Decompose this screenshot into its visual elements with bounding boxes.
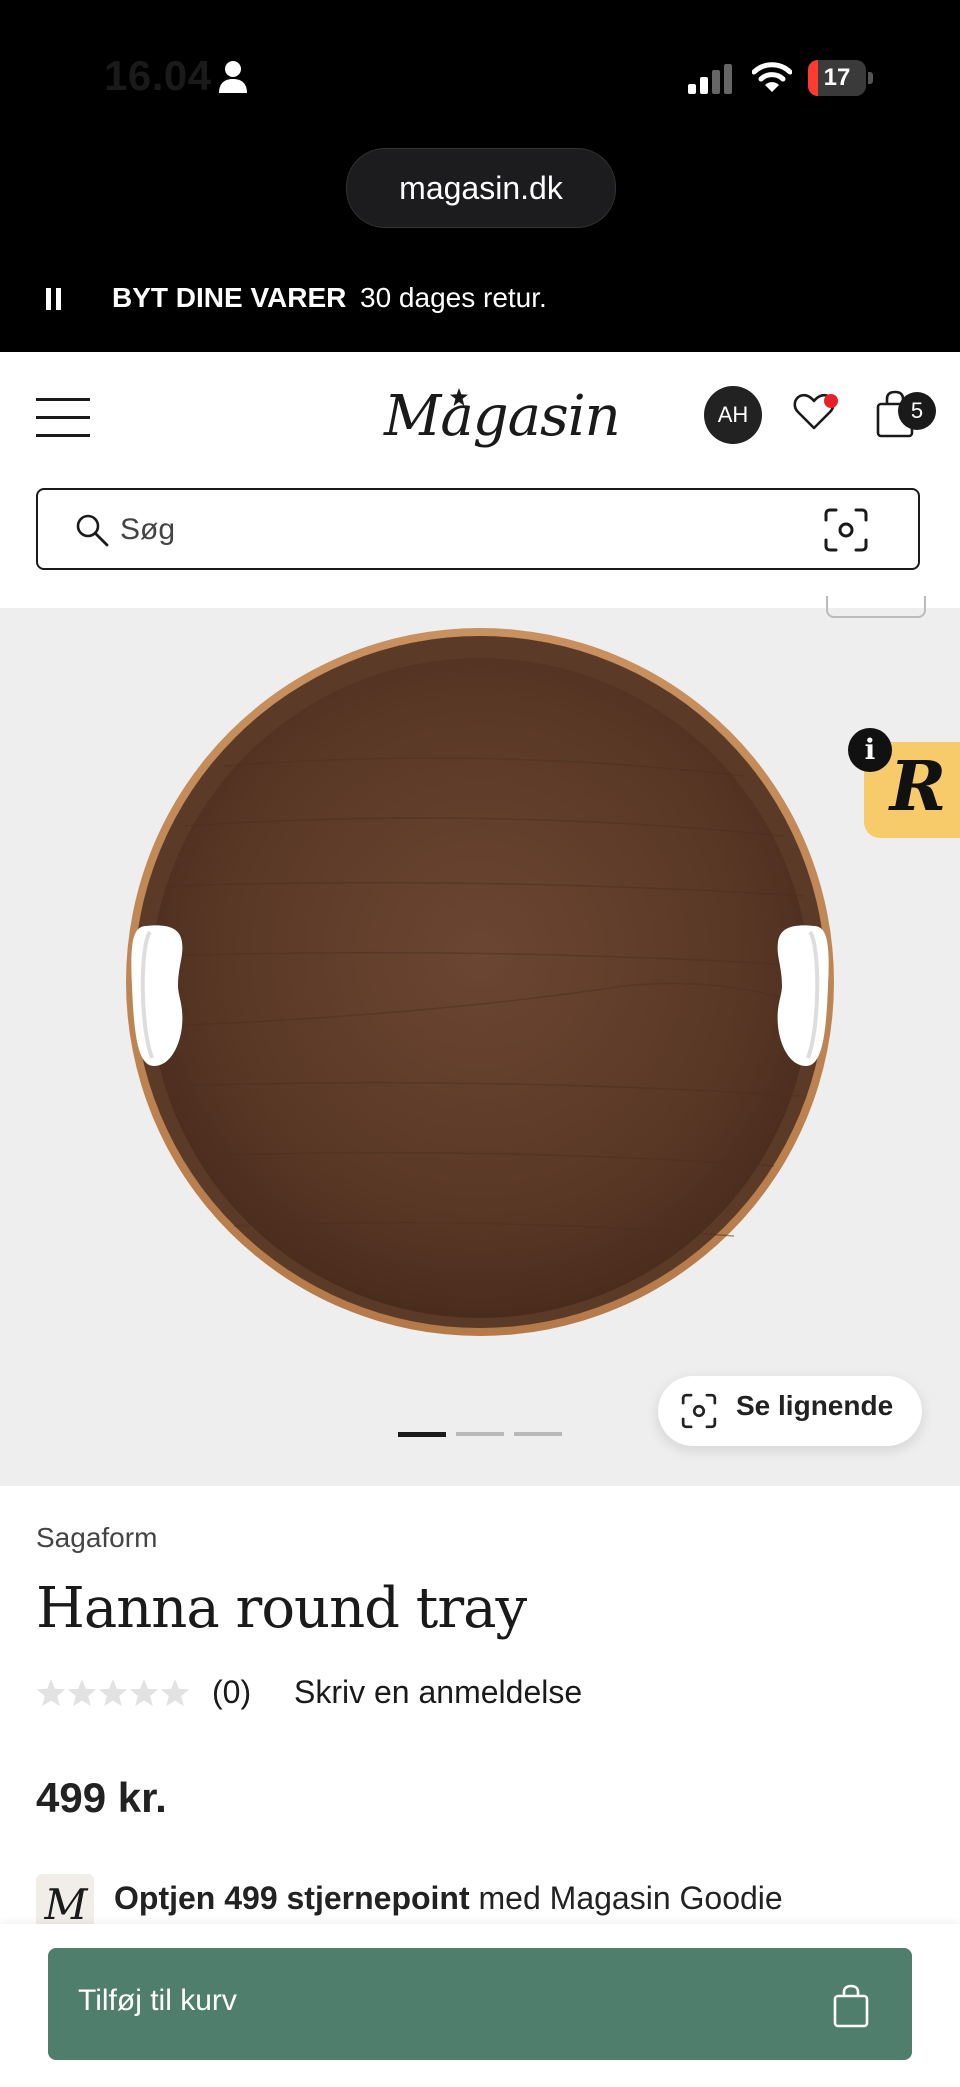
product-image-tray[interactable] (124, 626, 836, 1338)
person-icon (219, 61, 247, 93)
wifi-icon (752, 62, 792, 92)
logo-star-icon (450, 388, 468, 406)
search-icon (76, 514, 109, 547)
info-icon[interactable]: i (848, 728, 892, 772)
star-icon (160, 1679, 190, 1707)
promo-text: 30 dages retur. (360, 282, 547, 313)
product-price: 499 kr. (36, 1774, 167, 1821)
visual-search-icon[interactable] (822, 506, 870, 554)
gallery-overlay-tab (826, 596, 926, 618)
goodie-points-text: Optjen 499 stjernepoint med Magasin Good… (114, 1880, 783, 1917)
gallery-pagination (398, 1432, 564, 1438)
gallery-dot[interactable] (398, 1432, 446, 1437)
product-title: Hanna round tray (36, 1576, 527, 1641)
rating-stars[interactable] (36, 1678, 192, 1710)
rating-count: (0) (212, 1674, 252, 1710)
star-icon (67, 1679, 97, 1707)
visual-search-icon (681, 1393, 717, 1429)
add-to-cart-label: Tilføj til kurv (78, 1984, 237, 2017)
star-icon (129, 1679, 159, 1707)
search-input[interactable] (118, 502, 722, 558)
cart-count-badge: 5 (898, 392, 936, 430)
signal-icon (688, 64, 732, 94)
magasin-logo[interactable]: Magasin (384, 384, 621, 464)
clock: 16.04 (104, 52, 212, 99)
goodie-logo-text: M (44, 1880, 88, 1929)
gallery-dot[interactable] (456, 1432, 504, 1436)
star-icon (36, 1679, 66, 1707)
product-brand[interactable]: Sagaform (36, 1522, 157, 1554)
see-similar-label: Se lignende (736, 1390, 894, 1421)
star-icon (98, 1679, 128, 1707)
url-bar[interactable]: magasin.dk (346, 148, 616, 228)
pause-icon[interactable] (46, 288, 64, 310)
battery-indicator: 17 (808, 60, 874, 96)
goodie-points-bold: Optjen 499 stjernepoint (114, 1880, 470, 1916)
promo-title: BYT DINE VARER (112, 282, 347, 313)
hamburger-menu-icon[interactable] (36, 398, 90, 438)
wishlist-notification-dot (824, 394, 838, 408)
write-review-link[interactable]: Skriv en anmeldelse (294, 1674, 582, 1711)
account-avatar[interactable]: AH (704, 386, 762, 444)
gallery-dot[interactable] (514, 1432, 562, 1436)
goodie-points-rest: med Magasin Goodie (469, 1880, 783, 1916)
battery-level: 17 (823, 64, 851, 91)
shopping-bag-icon (833, 1984, 869, 2028)
battery-cap (868, 72, 873, 84)
